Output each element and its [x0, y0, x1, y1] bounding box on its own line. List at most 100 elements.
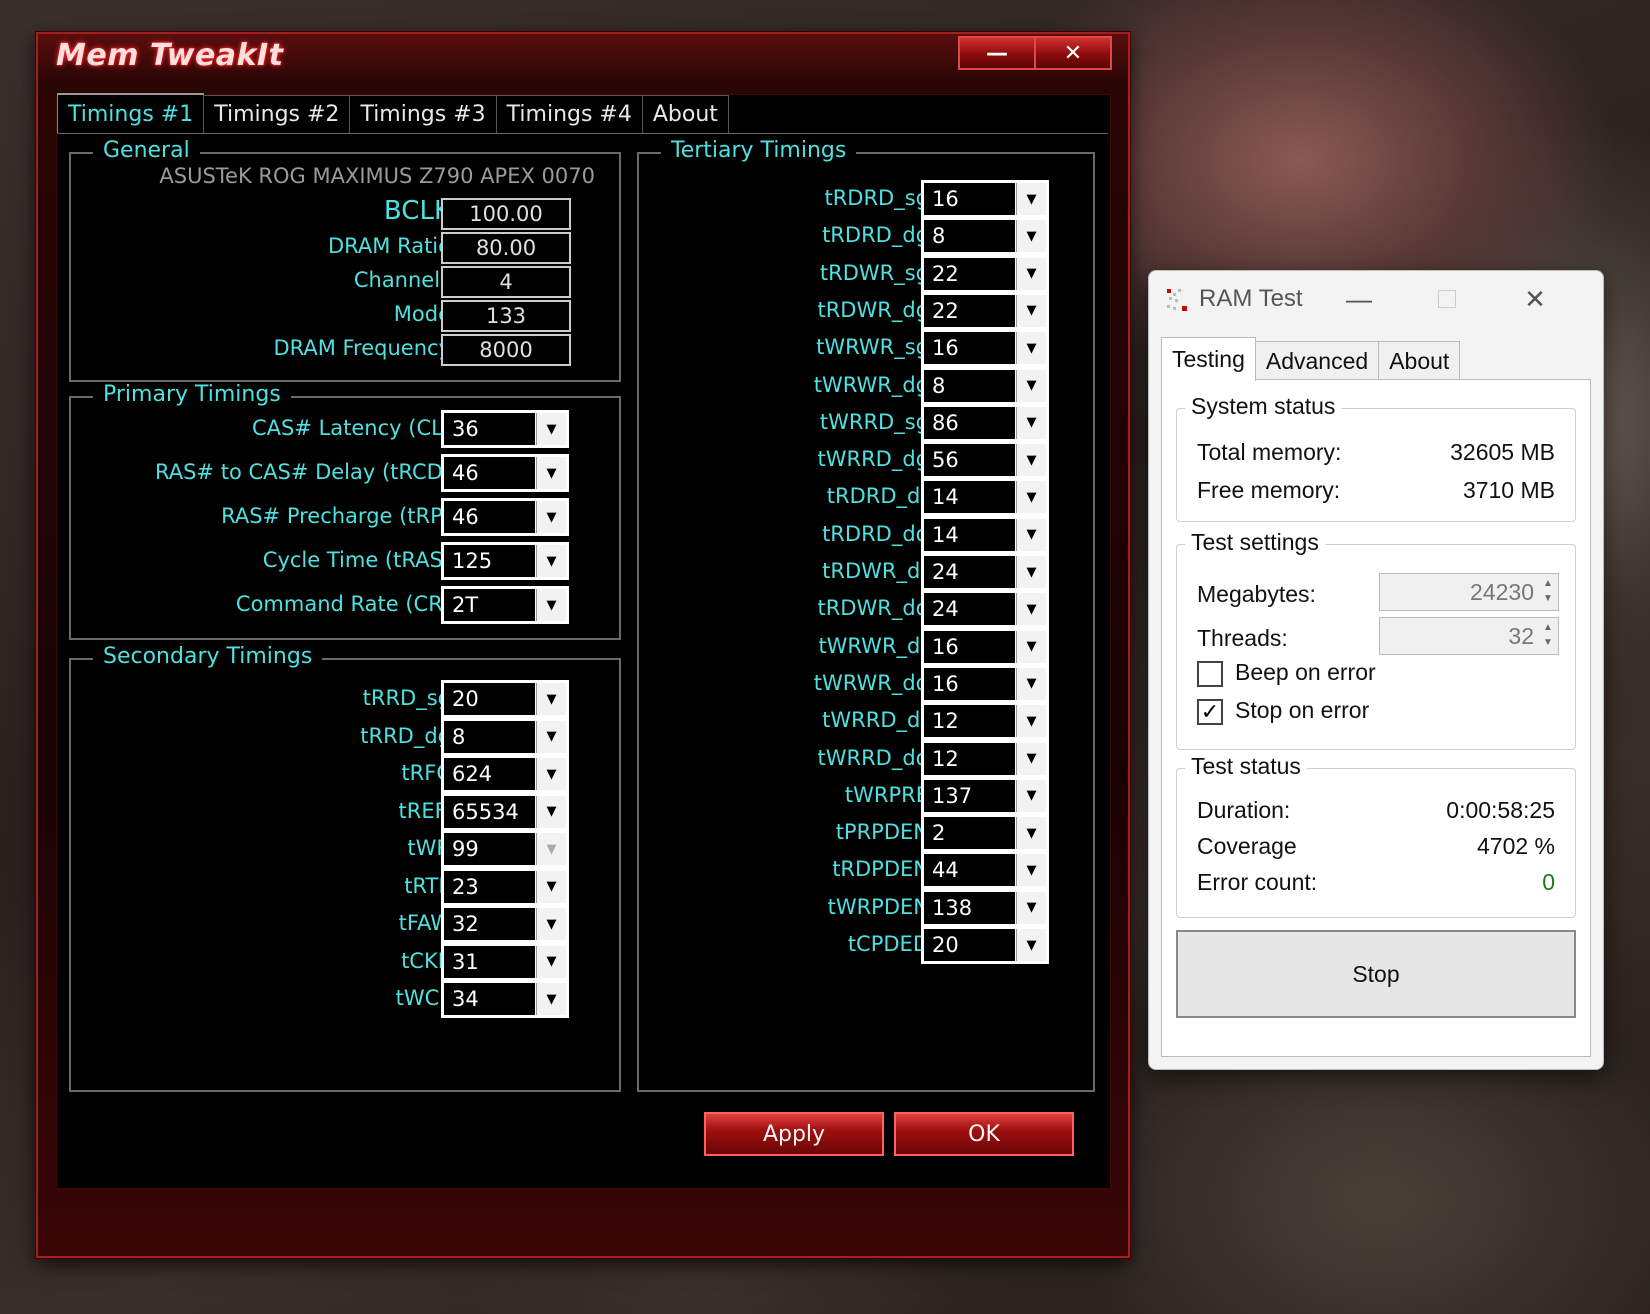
- ramtest-title: RAM Test: [1199, 285, 1303, 312]
- chevron-down-icon[interactable]: ▼: [1016, 332, 1046, 365]
- combo-trdwr-dd[interactable]: 24 ▼: [921, 590, 1049, 629]
- combo-trdrd-dd[interactable]: 14 ▼: [921, 515, 1049, 554]
- chevron-down-icon[interactable]: ▼: [1016, 183, 1046, 215]
- chevron-down-icon[interactable]: ▼: [536, 795, 566, 828]
- tab-advanced[interactable]: Advanced: [1254, 341, 1380, 381]
- combo-twrwr-dd[interactable]: 16 ▼: [921, 664, 1049, 703]
- chevron-down-icon[interactable]: ▼: [536, 758, 566, 790]
- chevron-down-icon[interactable]: ▼: [1016, 817, 1046, 850]
- combo-tfaw[interactable]: 32 ▼: [441, 905, 569, 943]
- combo-tcpded[interactable]: 20 ▼: [921, 926, 1049, 964]
- chevron-down-icon[interactable]: ▼: [536, 589, 566, 621]
- combo-cycle-time-tras[interactable]: 125 ▼: [441, 542, 569, 580]
- coverage-row: Coverage 4702 %: [1197, 833, 1555, 860]
- combo-twrwr-sg[interactable]: 16 ▼: [921, 329, 1049, 368]
- chevron-down-icon[interactable]: ▼: [536, 870, 566, 903]
- tab-timings-2[interactable]: Timings #2: [203, 95, 351, 133]
- chevron-down-icon[interactable]: ▼: [1016, 779, 1046, 812]
- spinner-arrows-icon[interactable]: ▲ ▼: [1541, 620, 1555, 650]
- combo-twrpre[interactable]: 137 ▼: [921, 776, 1049, 815]
- tab-testing[interactable]: Testing: [1161, 337, 1256, 381]
- chevron-down-icon[interactable]: ▼: [1016, 742, 1046, 775]
- close-button[interactable]: ✕: [1034, 36, 1112, 70]
- stop-on-error-checkbox[interactable]: ✓: [1197, 699, 1223, 725]
- combo-trdrd-dr[interactable]: 14 ▼: [921, 478, 1049, 517]
- chevron-down-icon[interactable]: ▼: [1016, 220, 1046, 253]
- combo-twrwr-dr[interactable]: 16 ▼: [921, 627, 1049, 666]
- chevron-down-icon[interactable]: ▼: [536, 720, 566, 753]
- chevron-down-icon[interactable]: ▼: [1016, 294, 1046, 327]
- ok-button[interactable]: OK: [894, 1112, 1074, 1156]
- combo-command-rate-cr[interactable]: 2T ▼: [441, 586, 569, 624]
- tab-timings-1[interactable]: Timings #1: [57, 93, 205, 133]
- combo-cas-latency-cl[interactable]: 36 ▼: [441, 410, 569, 448]
- combo-twrrd-dg[interactable]: 56 ▼: [921, 441, 1049, 480]
- chevron-down-icon[interactable]: ▼: [1016, 667, 1046, 700]
- label-twrrd-dg: tWRRD_dg: [817, 447, 929, 472]
- group-secondary-timings: Secondary Timings tRRD_sg 20 ▼ tRRD_dg 8 ▼ tRF…: [69, 644, 621, 1092]
- label-twrwr-sg: tWRWR_sg: [816, 335, 929, 360]
- combo-trdwr-sg[interactable]: 22 ▼: [921, 254, 1049, 293]
- chevron-down-icon[interactable]: ▼: [536, 945, 566, 978]
- combo-trrd-dg[interactable]: 8 ▼: [441, 717, 569, 756]
- stop-button[interactable]: Stop: [1176, 930, 1576, 1018]
- threads-spinner[interactable]: 32 ▲ ▼: [1379, 617, 1559, 655]
- chevron-down-icon[interactable]: ▼: [536, 833, 566, 865]
- tab-about[interactable]: About: [641, 95, 729, 133]
- chevron-down-icon[interactable]: ▼: [1016, 518, 1046, 551]
- threads-label: Threads:: [1197, 625, 1288, 651]
- minimize-button[interactable]: —: [1329, 277, 1389, 321]
- minimize-button[interactable]: —: [958, 36, 1036, 70]
- chevron-down-icon[interactable]: ▼: [536, 457, 566, 489]
- combo-trdrd-sg[interactable]: 16 ▼: [921, 180, 1049, 218]
- chevron-down-icon[interactable]: ▼: [1016, 406, 1046, 439]
- combo-trdwr-dr[interactable]: 24 ▼: [921, 553, 1049, 591]
- combo-twrrd-sg[interactable]: 86 ▼: [921, 403, 1049, 442]
- apply-button[interactable]: Apply: [704, 1112, 884, 1156]
- combo-trfc[interactable]: 624 ▼: [441, 755, 569, 793]
- tab-timings-4[interactable]: Timings #4: [495, 95, 643, 133]
- chevron-down-icon[interactable]: ▼: [1016, 481, 1046, 514]
- chevron-down-icon[interactable]: ▼: [1016, 854, 1046, 887]
- beep-on-error-checkbox[interactable]: [1197, 661, 1223, 687]
- combo-trdrd-dg[interactable]: 8 ▼: [921, 217, 1049, 256]
- combo-twcl[interactable]: 34 ▼: [441, 980, 569, 1018]
- combo-trrd-sg[interactable]: 20 ▼: [441, 680, 569, 718]
- combo-twrrd-dr[interactable]: 12 ▼: [921, 702, 1049, 741]
- chevron-down-icon[interactable]: ▼: [1016, 593, 1046, 626]
- combo-twr[interactable]: 99 ▼: [441, 830, 569, 868]
- chevron-down-icon[interactable]: ▼: [1016, 705, 1046, 738]
- chevron-down-icon[interactable]: ▼: [536, 908, 566, 940]
- megabytes-spinner[interactable]: 24230 ▲ ▼: [1379, 573, 1559, 611]
- combo-twrwr-dg[interactable]: 8 ▼: [921, 366, 1049, 405]
- system-status-title: System status: [1185, 393, 1342, 420]
- combo-twrrd-dd[interactable]: 12 ▼: [921, 739, 1049, 778]
- close-button[interactable]: ✕: [1505, 277, 1565, 321]
- chevron-down-icon[interactable]: ▼: [536, 413, 566, 445]
- chevron-down-icon[interactable]: ▼: [536, 545, 566, 577]
- chevron-down-icon[interactable]: ▼: [1016, 891, 1046, 924]
- chevron-down-icon[interactable]: ▼: [536, 683, 566, 715]
- memtweakit-titlebar[interactable]: Mem TweakIt — ✕: [38, 34, 1128, 80]
- chevron-down-icon[interactable]: ▼: [536, 983, 566, 1015]
- tab-about[interactable]: About: [1378, 341, 1461, 381]
- combo-tprpden[interactable]: 2 ▼: [921, 814, 1049, 853]
- chevron-down-icon[interactable]: ▼: [1016, 556, 1046, 588]
- tab-timings-3[interactable]: Timings #3: [349, 95, 497, 133]
- chevron-down-icon[interactable]: ▼: [1016, 444, 1046, 477]
- chevron-down-icon[interactable]: ▼: [536, 501, 566, 533]
- chevron-down-icon[interactable]: ▼: [1016, 630, 1046, 663]
- combo-trdpden[interactable]: 44 ▼: [921, 851, 1049, 890]
- combo-trdwr-dg[interactable]: 22 ▼: [921, 291, 1049, 330]
- chevron-down-icon[interactable]: ▼: [1016, 257, 1046, 290]
- combo-twrpden[interactable]: 138 ▼: [921, 888, 1049, 927]
- combo-ras-precharge-trp[interactable]: 46 ▼: [441, 498, 569, 536]
- combo-trtp[interactable]: 23 ▼: [441, 867, 569, 906]
- chevron-down-icon[interactable]: ▼: [1016, 929, 1046, 961]
- combo-tcke[interactable]: 31 ▼: [441, 942, 569, 981]
- combo-ras-to-cas-delay-trcd[interactable]: 46 ▼: [441, 454, 569, 492]
- chevron-down-icon[interactable]: ▼: [1016, 369, 1046, 402]
- maximize-button[interactable]: [1417, 277, 1477, 321]
- spinner-arrows-icon[interactable]: ▲ ▼: [1541, 576, 1555, 606]
- combo-trefi[interactable]: 65534 ▼: [441, 792, 569, 831]
